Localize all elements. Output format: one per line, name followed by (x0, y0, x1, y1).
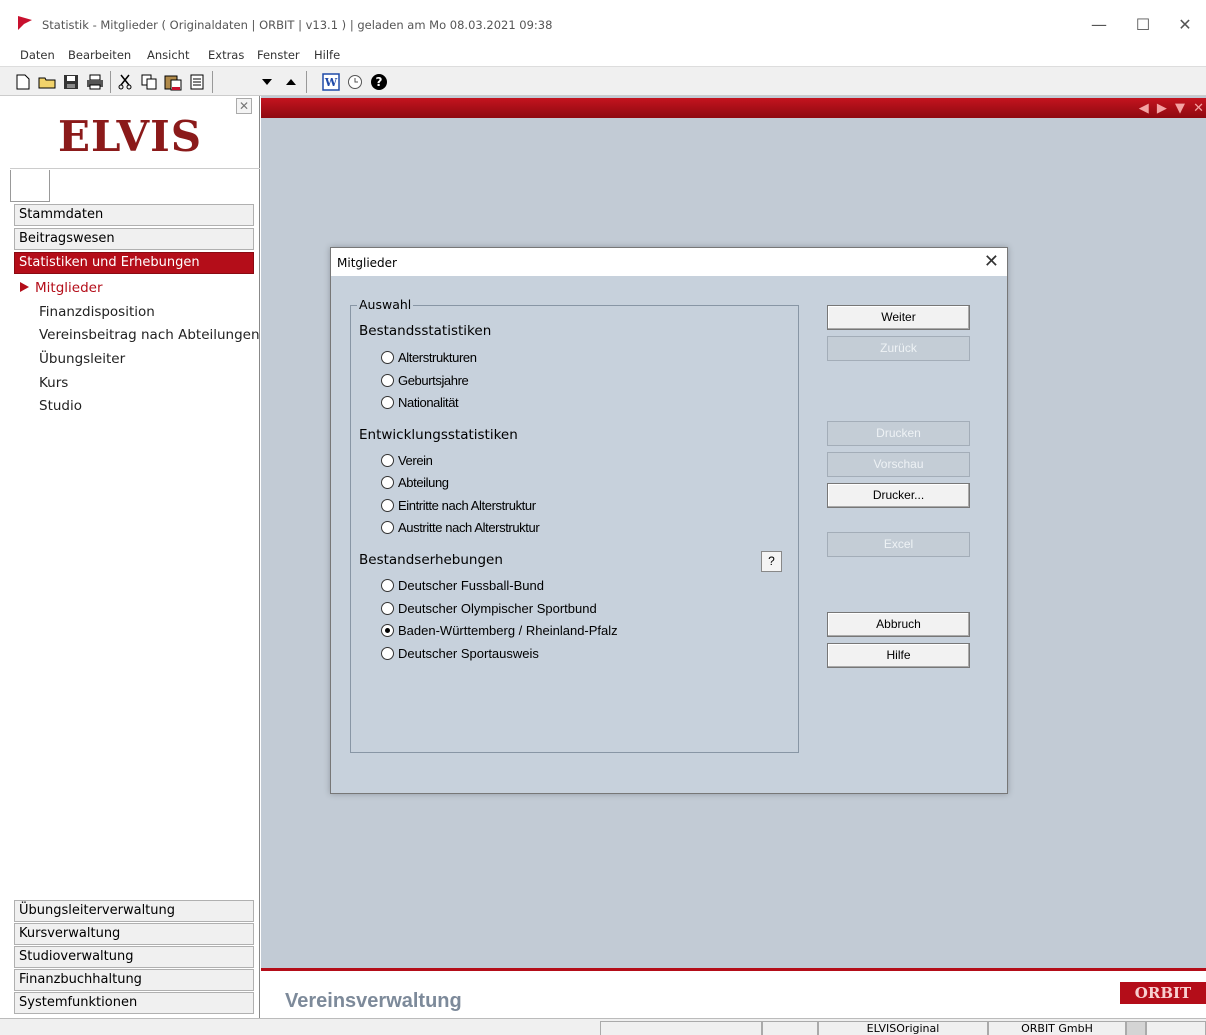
menu-extras[interactable]: Extras (208, 48, 244, 62)
radio-austritte[interactable]: Austritte nach Alterstruktur (381, 519, 540, 535)
status-cell-5 (1126, 1021, 1146, 1035)
workspace-header-bar: ◀ ▶ ▼ ✕ (261, 98, 1206, 118)
section-bestandserhebungen: Bestandserhebungen (359, 552, 503, 568)
svg-text:?: ? (376, 75, 383, 89)
vorschau-button[interactable]: Vorschau (827, 452, 970, 477)
weiter-button[interactable]: Weiter (827, 305, 970, 330)
status-cell-company: ORBIT GmbH (988, 1021, 1126, 1035)
abbruch-button[interactable]: Abbruch (827, 612, 970, 637)
group-label: Auswahl (357, 297, 414, 312)
nav-finanzbuchhaltung[interactable]: Finanzbuchhaltung (14, 969, 254, 991)
radio-dfb[interactable]: Deutscher Fussball-Bund (381, 577, 544, 593)
radio-alterstrukturen[interactable]: Alterstrukturen (381, 349, 477, 365)
current-marker-icon (20, 282, 29, 292)
radio-abteilung[interactable]: Abteilung (381, 474, 449, 490)
radio-dosb[interactable]: Deutscher Olympischer Sportbund (381, 600, 597, 616)
radio-nationalitaet[interactable]: Nationalität (381, 394, 459, 410)
close-window-button[interactable]: ✕ (1162, 12, 1206, 38)
elvis-logo: ELVIS (57, 112, 203, 161)
sidebar: ✕ ELVIS Stammdaten Beitragswesen Statist… (0, 96, 260, 1018)
save-icon[interactable] (60, 71, 82, 93)
sub-item-kurs[interactable]: Kurs (39, 375, 68, 391)
orbit-logo: ORBIT (1120, 982, 1206, 1004)
section-bestandsstatistiken: Bestandsstatistiken (359, 323, 492, 339)
new-document-icon[interactable] (12, 71, 34, 93)
radio-verein[interactable]: Verein (381, 452, 433, 468)
zurueck-button[interactable]: Zurück (827, 336, 970, 361)
nav-kursverwaltung[interactable]: Kursverwaltung (14, 923, 254, 945)
app-icon (18, 16, 32, 30)
open-folder-icon[interactable] (36, 71, 58, 93)
dialog-title-bar: Mitglieder ✕ (331, 248, 1007, 276)
dialog-close-icon[interactable]: ✕ (984, 251, 999, 272)
toolbar: W ? (0, 66, 1206, 96)
window-nav-arrows[interactable]: ◀ ▶ ▼ ✕ (1139, 101, 1206, 116)
nav-beitragswesen[interactable]: Beitragswesen (14, 228, 254, 250)
word-icon[interactable]: W (320, 71, 342, 93)
radio-geburtsjahre[interactable]: Geburtsjahre (381, 372, 469, 388)
sub-item-studio[interactable]: Studio (39, 398, 82, 414)
mitglieder-dialog: Mitglieder ✕ Auswahl Bestandsstatistiken… (330, 247, 1008, 794)
selected-dot (385, 627, 390, 633)
footer-brand: Vereinsverwaltung (285, 990, 462, 1012)
menu-bar: Daten Bearbeiten Ansicht Extras Fenster … (0, 44, 1206, 66)
maximize-button[interactable]: ☐ (1120, 12, 1166, 38)
status-bar: ELVISOriginal ORBIT GmbH (0, 1018, 1206, 1035)
svg-text:W: W (324, 76, 338, 89)
hilfe-button[interactable]: Hilfe (827, 643, 970, 668)
menu-hilfe[interactable]: Hilfe (314, 48, 340, 62)
radio-eintritte[interactable]: Eintritte nach Alterstruktur (381, 497, 536, 513)
minimize-button[interactable]: — (1076, 12, 1122, 38)
sub-item-mitglieder[interactable]: Mitglieder (20, 280, 103, 296)
drucker-button[interactable]: Drucker... (827, 483, 970, 508)
sub-item-uebungsleiter[interactable]: Übungsleiter (39, 351, 125, 367)
menu-bearbeiten[interactable]: Bearbeiten (68, 48, 131, 62)
cut-icon[interactable] (114, 71, 136, 93)
status-cell-2 (762, 1021, 818, 1035)
help-question-button[interactable]: ? (761, 551, 782, 572)
status-cell-6 (1146, 1021, 1206, 1035)
nav-systemfunktionen[interactable]: Systemfunktionen (14, 992, 254, 1014)
help-icon[interactable]: ? (368, 71, 390, 93)
menu-ansicht[interactable]: Ansicht (147, 48, 189, 62)
copy-icon[interactable] (138, 71, 160, 93)
clock-icon[interactable] (344, 71, 366, 93)
excel-button[interactable]: Excel (827, 532, 970, 557)
drucken-button[interactable]: Drucken (827, 421, 970, 446)
arrow-down-icon[interactable] (256, 71, 278, 93)
window-title: Statistik - Mitglieder ( Originaldaten |… (42, 18, 553, 32)
sub-item-vereinsbeitrag[interactable]: Vereinsbeitrag nach Abteilungen (39, 327, 260, 343)
sub-item-finanzdisposition[interactable]: Finanzdisposition (39, 304, 155, 320)
dialog-title: Mitglieder (337, 256, 397, 270)
nav-uebungsleiterverwaltung[interactable]: Übungsleiterverwaltung (14, 900, 254, 922)
status-cell-database: ELVISOriginal (818, 1021, 988, 1035)
menu-fenster[interactable]: Fenster (257, 48, 300, 62)
arrow-up-icon[interactable] (280, 71, 302, 93)
sub-item-label: Mitglieder (35, 280, 103, 296)
print-icon[interactable] (84, 71, 106, 93)
radio-sportausweis[interactable]: Deutscher Sportausweis (381, 645, 539, 661)
section-entwicklungsstatistiken: Entwicklungsstatistiken (359, 427, 518, 443)
nav-stammdaten[interactable]: Stammdaten (14, 204, 254, 226)
title-bar: Statistik - Mitglieder ( Originaldaten |… (0, 0, 1206, 44)
radio-bw-rp[interactable]: Baden-Württemberg / Rheinland-Pfalz (381, 622, 618, 638)
notepad-icon[interactable] (186, 71, 208, 93)
nav-studioverwaltung[interactable]: Studioverwaltung (14, 946, 254, 968)
status-cell-1 (600, 1021, 762, 1035)
nav-statistiken[interactable]: Statistiken und Erhebungen (14, 252, 254, 274)
menu-daten[interactable]: Daten (20, 48, 55, 62)
workspace-footer: Vereinsverwaltung ORBIT (261, 968, 1206, 1018)
paste-icon[interactable] (162, 71, 184, 93)
sidebar-small-field (10, 170, 50, 202)
